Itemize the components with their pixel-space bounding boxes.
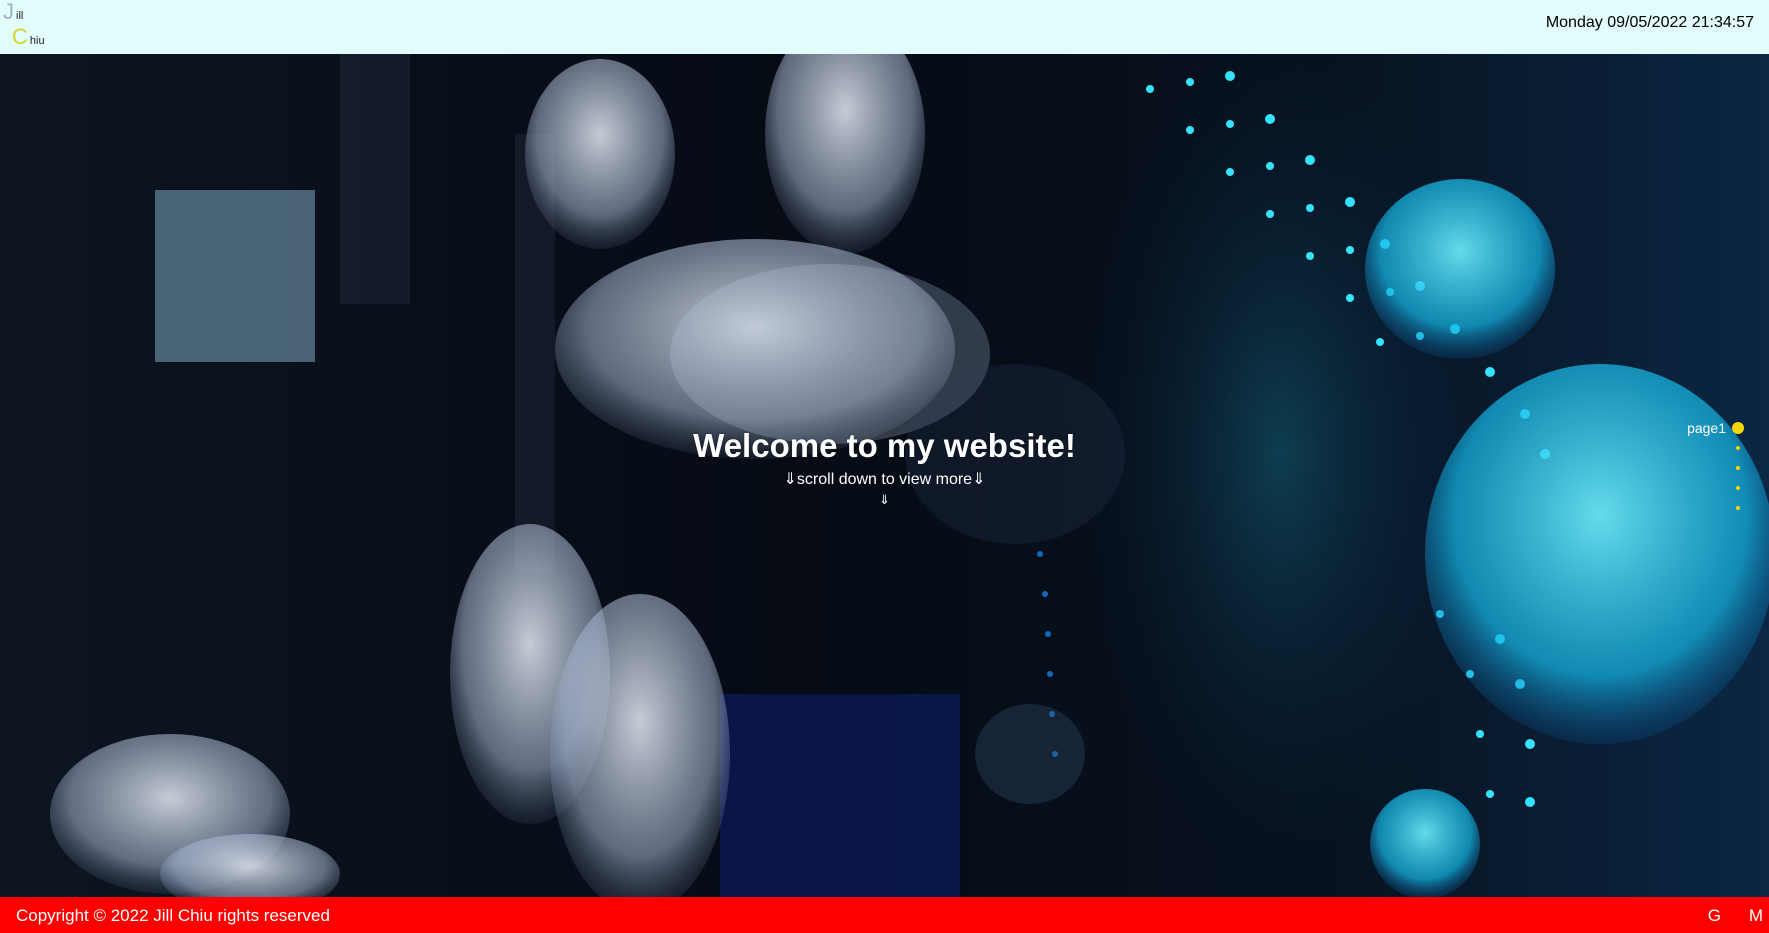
- site-header: J ill C hiu Monday 09/05/2022 21:34:57: [0, 0, 1769, 54]
- dot-icon: [1736, 506, 1740, 510]
- dot-icon: [1736, 446, 1740, 450]
- footer-link-m[interactable]: M: [1749, 906, 1763, 926]
- nav-dot-page1[interactable]: page1: [1604, 418, 1744, 438]
- nav-label-page1: page1: [1687, 420, 1726, 436]
- nav-dot-page2[interactable]: [1604, 438, 1744, 458]
- logo-initial-j: J: [3, 0, 14, 24]
- logo-initial-c: C: [12, 24, 28, 49]
- page-dot-navigation: page1: [1604, 418, 1744, 518]
- nav-dot-page4[interactable]: [1604, 478, 1744, 498]
- logo-first-name-rest: ill: [16, 10, 24, 22]
- logo-last-name-rest: hiu: [29, 35, 45, 47]
- footer-link-g[interactable]: G: [1708, 906, 1721, 926]
- scroll-hint: ⇓scroll down to view more⇓: [783, 471, 986, 488]
- scroll-down-arrow-icon[interactable]: ⇓: [0, 492, 1769, 508]
- dot-icon: [1736, 486, 1740, 490]
- dot-icon: [1736, 466, 1740, 470]
- hero-section: Welcome to my website! ⇓scroll down to v…: [0, 54, 1769, 897]
- copyright-text: Copyright © 2022 Jill Chiu rights reserv…: [16, 906, 330, 925]
- hero-title: Welcome to my website!: [693, 427, 1076, 464]
- logo-first-name[interactable]: J ill: [3, 1, 23, 23]
- current-datetime: Monday 09/05/2022 21:34:57: [1545, 14, 1754, 31]
- logo-last-name[interactable]: C hiu: [12, 26, 45, 48]
- nav-dot-page3[interactable]: [1604, 458, 1744, 478]
- hero-text-block: Welcome to my website! ⇓scroll down to v…: [0, 426, 1769, 508]
- site-footer: Copyright © 2022 Jill Chiu rights reserv…: [0, 897, 1769, 933]
- active-dot-icon: [1732, 422, 1744, 434]
- nav-dot-page5[interactable]: [1604, 498, 1744, 518]
